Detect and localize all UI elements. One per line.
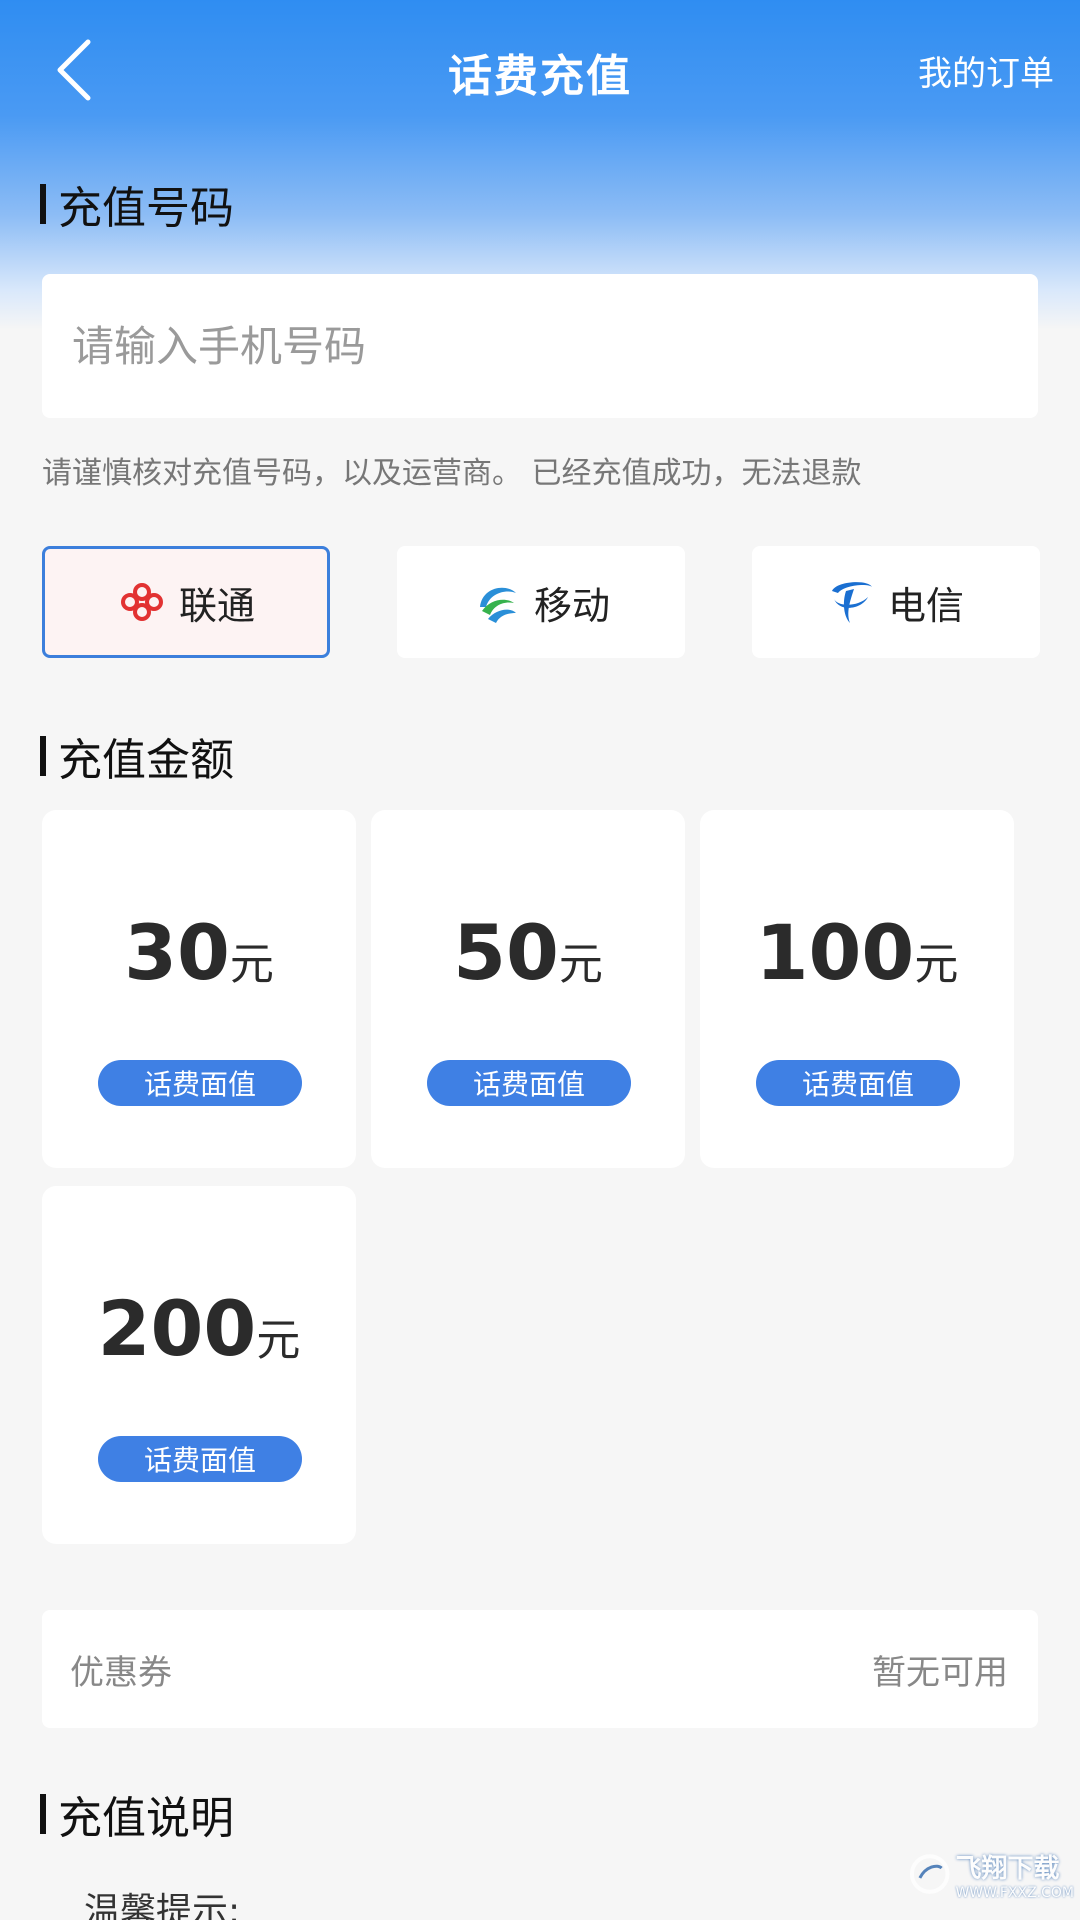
watermark-sub-text: WWW.FXXZ.COM (955, 1884, 1074, 1901)
amount-unit: 元 (914, 939, 959, 990)
coupon-row[interactable]: 优惠券 暂无可用 (42, 1610, 1038, 1728)
section-title-amount: 充值金额 (40, 724, 234, 788)
phone-number-input[interactable] (72, 321, 972, 371)
denomination-tag: 话费面值 (756, 1060, 960, 1106)
section-title-phone: 充值号码 (40, 172, 234, 236)
china-telecom-logo-icon (828, 577, 876, 627)
coupon-label: 优惠券 (70, 1652, 172, 1693)
carrier-option-unicom[interactable]: 联通 (42, 546, 330, 658)
china-unicom-logo-icon (117, 580, 167, 624)
phone-input-card (42, 274, 1038, 418)
carrier-label: 联通 (178, 583, 255, 628)
amount-option-30[interactable]: 30元 话费面值 (42, 810, 356, 1168)
carrier-option-telecom[interactable]: 电信 (752, 546, 1040, 658)
amount-option-100[interactable]: 100元 话费面值 (700, 810, 1014, 1168)
carrier-label: 移动 (533, 583, 610, 628)
my-orders-link[interactable]: 我的订单 (918, 46, 1054, 95)
amount-number: 200 (97, 1284, 257, 1373)
watermark-main-text: 飞翔下载 (955, 1853, 1060, 1884)
denomination-tag: 话费面值 (98, 1436, 302, 1482)
watermark-icon (909, 1854, 950, 1894)
denomination-tag: 话费面值 (98, 1060, 302, 1106)
amount-value: 50元 (371, 908, 685, 997)
phone-notice-text: 请谨慎核对充值号码，以及运营商。 已经充值成功，无法退款 (42, 456, 862, 491)
section-marker (40, 736, 46, 776)
denomination-tag: 话费面值 (427, 1060, 631, 1106)
amount-unit: 元 (229, 939, 274, 990)
watermark-logo: 飞翔下载 WWW.FXXZ.COM (908, 1832, 1074, 1916)
amount-unit: 元 (558, 939, 603, 990)
amount-number: 50 (453, 908, 559, 997)
amount-value: 30元 (42, 908, 356, 997)
amount-option-200[interactable]: 200元 话费面值 (42, 1186, 356, 1544)
section-title-text: 充值说明 (58, 1793, 234, 1844)
section-title-text: 充值号码 (58, 183, 234, 234)
amount-value: 200元 (42, 1284, 356, 1373)
section-title-instructions: 充值说明 (40, 1782, 234, 1846)
navigation-bar: 话费充值 我的订单 (0, 0, 1080, 140)
amount-unit: 元 (256, 1315, 301, 1366)
carrier-option-mobile[interactable]: 移动 (397, 546, 685, 658)
amount-number: 100 (755, 908, 915, 997)
instructions-tip: 温馨提示: (84, 1891, 241, 1920)
china-mobile-logo-icon (472, 577, 522, 627)
amount-option-50[interactable]: 50元 话费面值 (371, 810, 685, 1168)
recharge-page: 话费充值 我的订单 充值号码 请谨慎核对充值号码，以及运营商。 已经充值成功，无… (0, 0, 1080, 1920)
carrier-label: 电信 (887, 583, 964, 628)
section-marker (40, 1794, 46, 1834)
coupon-status: 暂无可用 (872, 1652, 1008, 1693)
amount-value: 100元 (700, 908, 1014, 997)
amount-number: 30 (124, 908, 230, 997)
section-title-text: 充值金额 (58, 735, 234, 786)
section-marker (40, 184, 46, 224)
